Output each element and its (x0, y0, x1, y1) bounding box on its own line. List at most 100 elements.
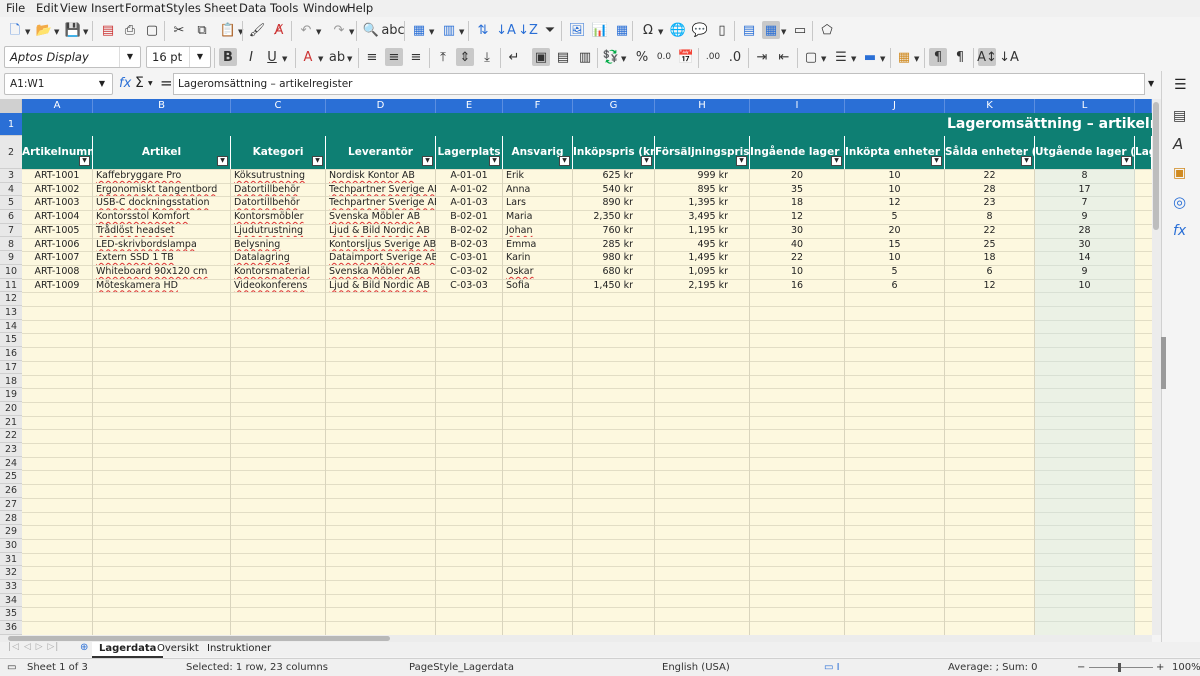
table-cell[interactable]: A-01-03 (437, 196, 501, 210)
table-cell[interactable]: 6 (946, 265, 1033, 279)
table-cell[interactable]: Whiteboard 90x120 cm (94, 265, 231, 279)
autofilter-button-icon[interactable]: ▼ (931, 156, 942, 166)
table-cell[interactable]: 10 (1036, 279, 1133, 293)
new-document-icon[interactable]: 🗋 (6, 21, 24, 39)
chevron-down-icon[interactable]: ▼ (781, 28, 786, 36)
table-cell[interactable]: 12 (846, 196, 943, 210)
table-cell[interactable]: ART-1009 (23, 279, 91, 293)
align-top-icon[interactable]: ⤒ (434, 48, 452, 66)
table-cell[interactable]: 10 (846, 183, 943, 197)
table-cell[interactable]: 18 (946, 251, 1033, 265)
row-header[interactable]: 24 (0, 457, 22, 471)
chevron-down-icon[interactable]: ▼ (316, 28, 321, 36)
align-middle-icon[interactable]: ⇕ (456, 48, 474, 66)
currency-format-icon[interactable]: 💱 (602, 48, 620, 66)
formula-equals-icon[interactable]: = (160, 74, 173, 92)
chevron-down-icon[interactable]: ▼ (821, 55, 826, 63)
table-cell[interactable]: Karin (504, 251, 573, 265)
table-cell[interactable]: B-02-02 (437, 224, 501, 238)
table-cell[interactable]: Kontorsmöbler (232, 210, 326, 224)
chevron-down-icon[interactable]: ▼ (318, 55, 323, 63)
table-cell[interactable]: 625 kr (573, 169, 633, 183)
chevron-down-icon[interactable]: ▼ (92, 74, 112, 94)
table-cell[interactable]: Techpartner Sverige AB (327, 196, 436, 210)
table-cell[interactable]: Erik (504, 169, 573, 183)
sort-descending-icon[interactable]: ↓Z (519, 21, 537, 39)
table-cell[interactable]: Sofia (504, 279, 573, 293)
column-header-l[interactable]: L (1035, 99, 1135, 113)
table-cell[interactable]: 40 (751, 238, 843, 252)
row-header[interactable]: 8 (0, 238, 22, 252)
table-cell[interactable]: A-01-01 (437, 169, 501, 183)
table-cell[interactable]: C-03-01 (437, 251, 501, 265)
properties-icon[interactable]: ▤ (1173, 108, 1186, 124)
table-cell[interactable]: 9 (1036, 265, 1133, 279)
paste-icon[interactable]: 📋 (219, 21, 237, 39)
sum-icon[interactable]: Σ (135, 75, 144, 91)
print-icon[interactable]: ⎙ (121, 21, 139, 39)
bold-icon[interactable]: B (219, 48, 237, 66)
table-cell[interactable]: ART-1006 (23, 238, 91, 252)
table-cell[interactable]: 2,195 kr (655, 279, 728, 293)
sheet-tab-oversikt[interactable]: Oversikt (150, 642, 206, 656)
table-cell[interactable]: 17 (1036, 183, 1133, 197)
table-cell[interactable]: 10 (846, 169, 943, 183)
autofilter-button-icon[interactable]: ▼ (217, 156, 228, 166)
column-icon[interactable]: ▥ (440, 21, 458, 39)
define-print-area-icon[interactable]: ▤ (740, 21, 758, 39)
column-header-c[interactable]: C (231, 99, 326, 113)
row-header[interactable]: 13 (0, 306, 22, 320)
table-cell[interactable]: LED-skrivbordslampa (94, 238, 231, 252)
autofilter-button-icon[interactable]: ▼ (489, 156, 500, 166)
menu-edit[interactable]: Edit (36, 1, 58, 15)
border-color-icon[interactable]: ▬ (861, 48, 879, 66)
italic-icon[interactable]: I (242, 48, 260, 66)
open-folder-icon[interactable]: 📂 (35, 21, 53, 39)
menu-insert[interactable]: Insert (91, 1, 124, 15)
table-cell[interactable]: 20 (751, 169, 843, 183)
zoom-level[interactable]: 100% (1172, 662, 1200, 673)
table-cell[interactable]: Kontorsljus Sverige AB (327, 238, 436, 252)
row-header[interactable]: 27 (0, 498, 22, 512)
hyperlink-icon[interactable]: 🌐 (669, 21, 687, 39)
table-cell[interactable]: 495 kr (655, 238, 728, 252)
table-cell[interactable]: 1,450 kr (573, 279, 633, 293)
row-header[interactable]: 9 (0, 251, 22, 265)
table-cell[interactable]: Maria (504, 210, 573, 224)
table-cell[interactable]: 1,495 kr (655, 251, 728, 265)
table-cell[interactable]: 28 (1036, 224, 1133, 238)
table-cell[interactable]: Datortillbehör (232, 183, 326, 197)
chevron-down-icon[interactable]: ▼ (282, 55, 287, 63)
chevron-down-icon[interactable]: ▼ (658, 28, 663, 36)
table-cell[interactable]: 980 kr (573, 251, 633, 265)
table-cell[interactable]: 1,095 kr (655, 265, 728, 279)
highlight-icon[interactable]: ab (328, 48, 346, 66)
table-cell[interactable]: 16 (751, 279, 843, 293)
autofilter-button-icon[interactable]: ▼ (1121, 156, 1132, 166)
chart-icon[interactable]: 📊 (591, 21, 609, 39)
image-icon[interactable]: 🖼 (568, 21, 586, 39)
find-replace-icon[interactable]: 🔍 (362, 21, 380, 39)
zoom-out-icon[interactable]: − (1077, 662, 1085, 673)
row-header[interactable]: 34 (0, 594, 22, 608)
chevron-down-icon[interactable]: ▼ (148, 80, 153, 87)
chevron-down-icon[interactable]: ▼ (25, 28, 30, 36)
conditional-format-icon[interactable]: ▦ (895, 48, 913, 66)
zoom-slider-thumb[interactable] (1118, 663, 1121, 672)
row-header[interactable]: 33 (0, 580, 22, 594)
column-title[interactable]: Artikel▼ (93, 136, 231, 169)
menu-styles[interactable]: Styles (166, 1, 201, 15)
row-header[interactable]: 25 (0, 470, 22, 484)
zoom-in-icon[interactable]: + (1156, 662, 1164, 673)
table-cell[interactable]: 285 kr (573, 238, 633, 252)
zoom-slider[interactable] (1089, 667, 1153, 668)
column-header-e[interactable]: E (436, 99, 503, 113)
number-format-icon[interactable]: 0.0 (655, 48, 673, 66)
table-cell[interactable]: 999 kr (655, 169, 728, 183)
column-title[interactable]: Utgående lager (antal)▼ (1035, 136, 1135, 169)
vertical-scroll-thumb[interactable] (1153, 102, 1159, 230)
special-character-icon[interactable]: Ω (639, 21, 657, 39)
column-header-k[interactable]: K (945, 99, 1035, 113)
table-cell[interactable]: 540 kr (573, 183, 633, 197)
table-cell[interactable]: Dataimport Sverige AB (327, 251, 436, 265)
